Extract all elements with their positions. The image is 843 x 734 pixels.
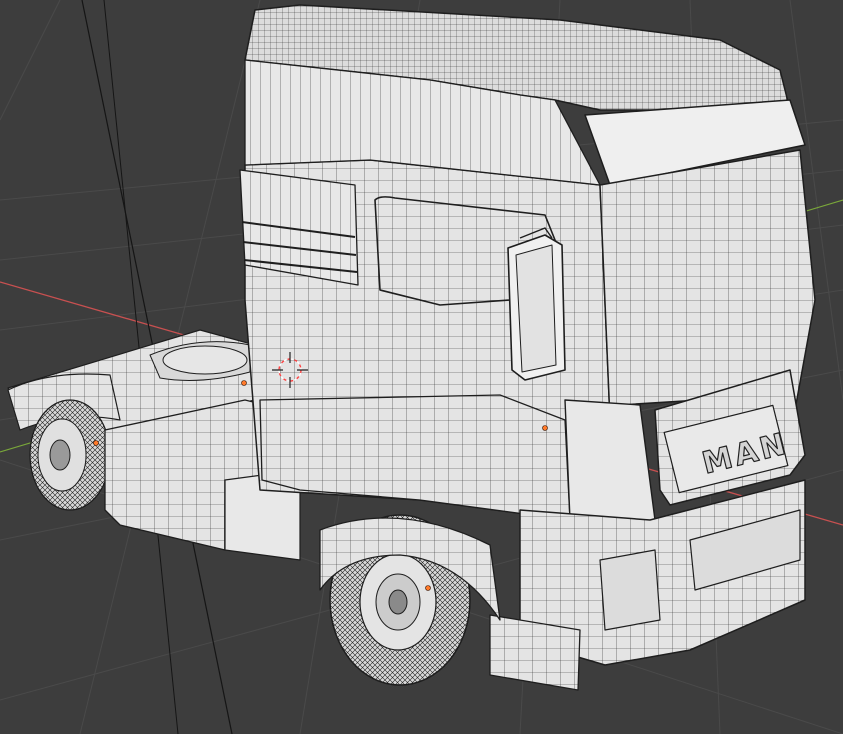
fifth-wheel [162, 345, 248, 375]
viewport-canvas[interactable]: MAN [0, 0, 843, 734]
origin-dot-icon [241, 380, 247, 386]
origin-dot-icon [542, 425, 548, 431]
origin-dot-icon [425, 585, 431, 591]
truck-mesh[interactable]: MAN [7, 4, 816, 691]
origin-dot-icon [93, 440, 99, 446]
cab-door [259, 394, 571, 521]
cab-vents [239, 169, 359, 286]
rear-wheel [29, 399, 111, 511]
3d-viewport[interactable]: MAN [0, 0, 843, 734]
